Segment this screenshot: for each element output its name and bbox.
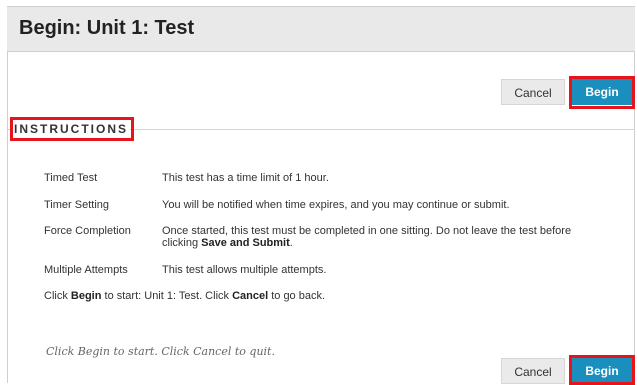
page-title: Begin: Unit 1: Test	[19, 17, 195, 39]
multiple-attempts-value: This test allows multiple attempts.	[162, 264, 327, 276]
cancel-button-top[interactable]: Cancel	[501, 79, 565, 105]
click-prompt-part3: to go back.	[268, 290, 326, 302]
cancel-button-bottom[interactable]: Cancel	[501, 358, 565, 384]
timed-test-label: Timed Test	[44, 172, 98, 184]
timer-setting-label: Timer Setting	[44, 199, 110, 211]
click-prompt: Click Begin to start: Unit 1: Test. Clic…	[44, 290, 604, 302]
click-prompt-part2: to start: Unit 1: Test. Click	[101, 290, 233, 302]
page-frame	[7, 6, 635, 383]
force-completion-line1: Once started, this test must be complete…	[162, 225, 572, 237]
force-completion-line2-prefix: clicking	[162, 237, 202, 249]
highlight-instructions	[10, 117, 134, 141]
click-prompt-begin: Begin	[70, 290, 102, 302]
click-prompt-part1: Click	[44, 290, 71, 302]
multiple-attempts-label: Multiple Attempts	[44, 264, 128, 276]
timed-test-value: This test has a time limit of 1 hour.	[162, 172, 329, 184]
title-bar: Begin: Unit 1: Test	[7, 6, 635, 52]
save-and-submit-text: Save and Submit	[201, 237, 290, 249]
footer-note: Click Begin to start. Click Cancel to qu…	[46, 345, 275, 358]
click-prompt-cancel: Cancel	[232, 290, 269, 302]
force-completion-line2-suffix: .	[289, 237, 293, 249]
highlight-begin-bottom	[569, 355, 635, 385]
force-completion-label: Force Completion	[44, 225, 131, 237]
force-completion-value: Once started, this test must be complete…	[162, 225, 602, 249]
highlight-begin-top	[569, 76, 635, 109]
timer-setting-value: You will be notified when time expires, …	[162, 199, 510, 211]
